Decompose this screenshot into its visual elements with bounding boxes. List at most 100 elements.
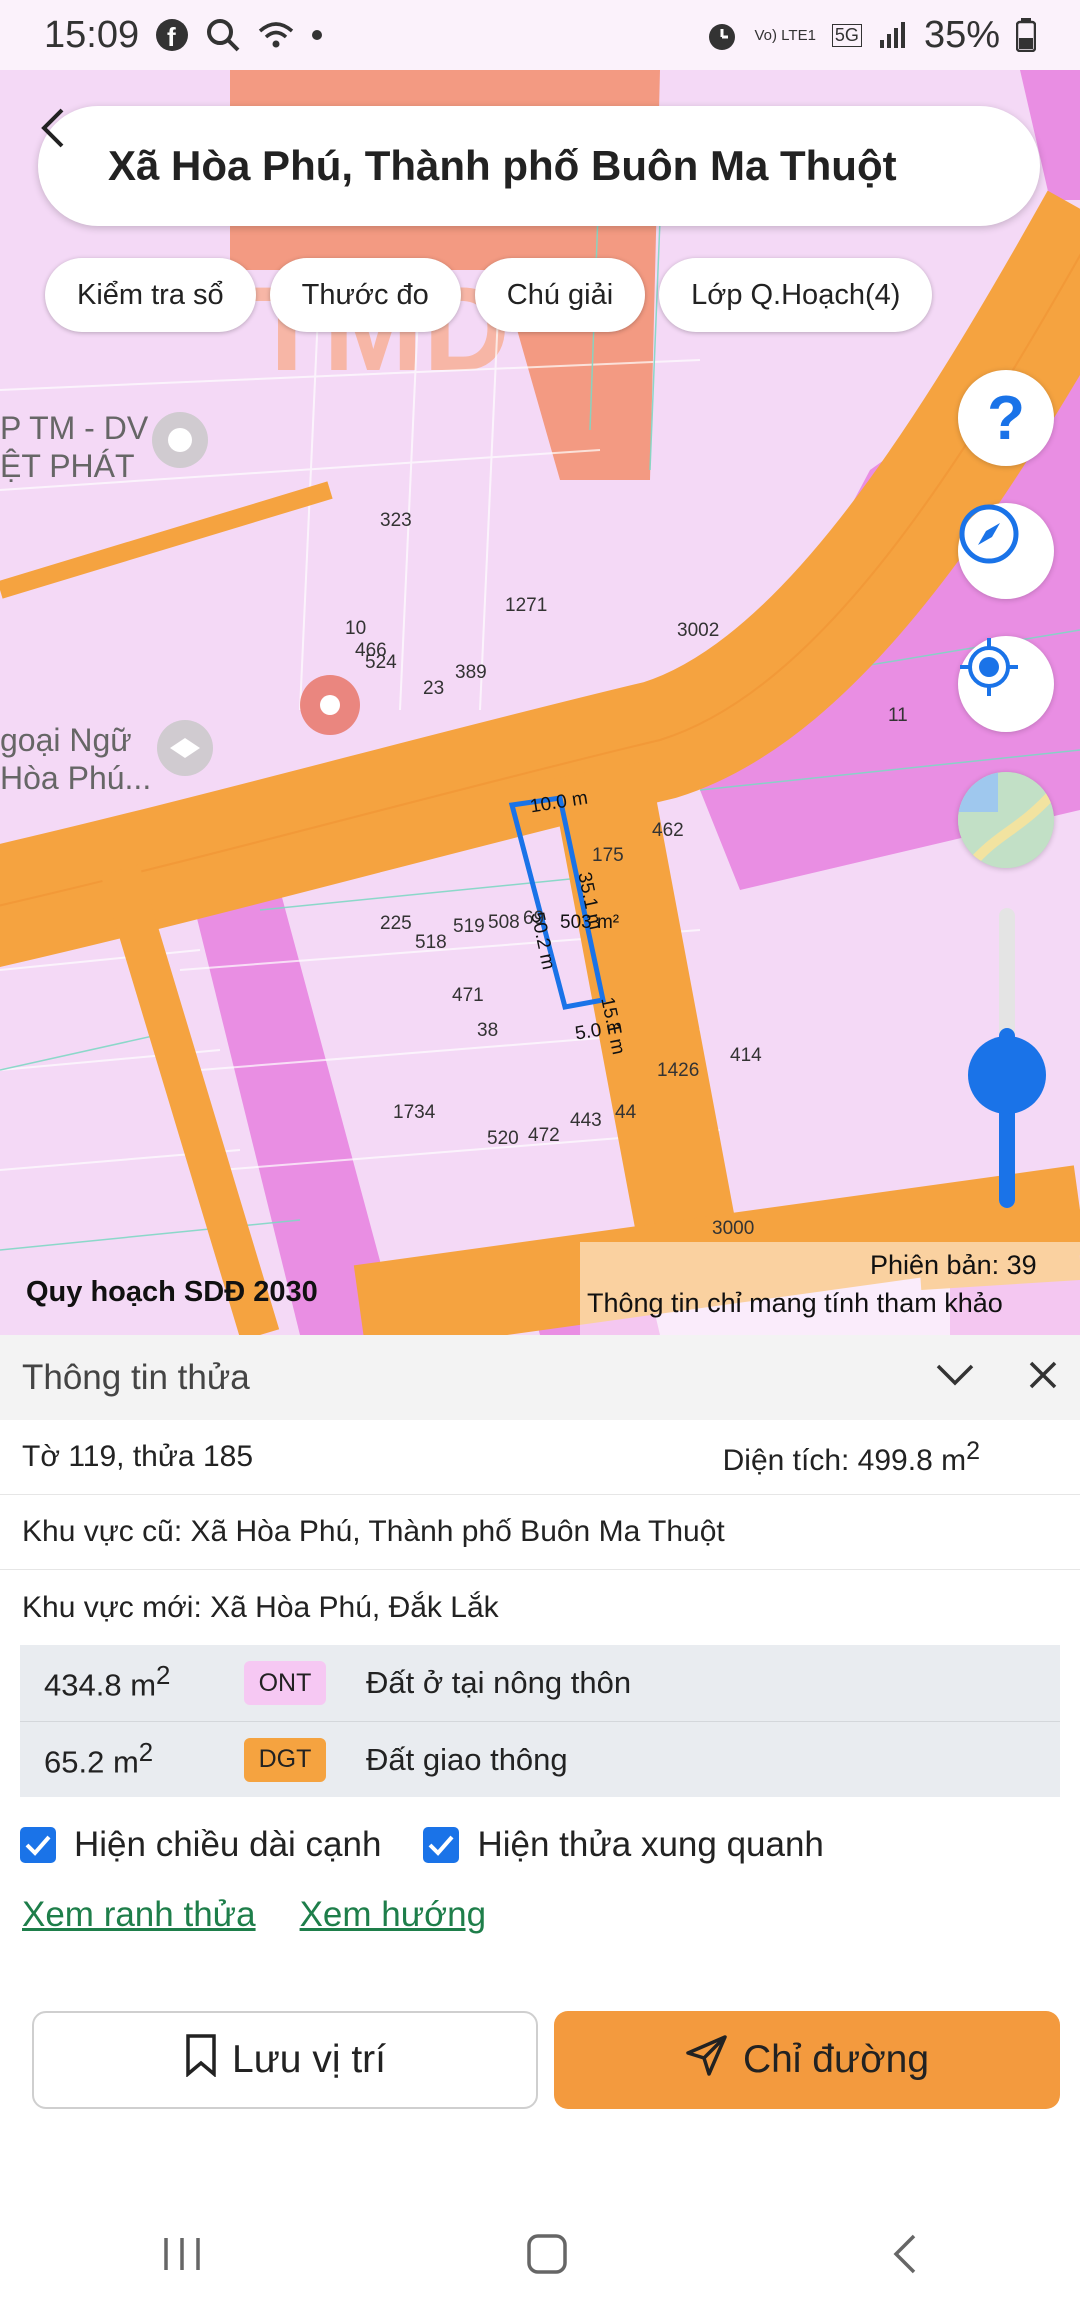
parcel-number: 518	[415, 932, 447, 953]
alarm-icon	[705, 18, 739, 52]
poi-label: P TM - DV	[0, 410, 149, 446]
dot-icon	[311, 29, 323, 41]
land-use-name: Đất ở tại nông thôn	[366, 1665, 632, 1700]
search-icon	[205, 17, 241, 53]
status-bar: 15:09 f Vo) LTE1 5G 35%	[0, 0, 1080, 70]
school-poi-icon	[157, 720, 213, 776]
parcel-number: 23	[423, 678, 445, 699]
signal-icon	[878, 20, 908, 50]
my-location-button[interactable]	[958, 636, 1054, 732]
land-use-row: 65.2 m2 DGT Đất giao thông	[20, 1721, 1060, 1797]
checkbox-checked-icon[interactable]	[20, 1827, 56, 1863]
map-version: Phiên bản: 39	[870, 1250, 1037, 1280]
bookmark-icon	[184, 2033, 218, 2087]
chip-measure[interactable]: Thước đo	[269, 258, 461, 332]
parcel-number: 11	[888, 705, 908, 726]
new-region: Khu vực mới: Xã Hòa Phú, Đắk Lắk	[22, 1590, 499, 1624]
parcel-number: 414	[730, 1045, 762, 1066]
display-options: Hiện chiều dài cạnh Hiện thửa xung quanh	[0, 1825, 1080, 1865]
map-layer-label: Quy hoạch SDĐ 2030	[26, 1276, 318, 1308]
parcel-number: 520	[487, 1128, 519, 1149]
parcel-number: 1734	[393, 1102, 436, 1123]
parcel-number: 471	[452, 985, 484, 1006]
home-icon[interactable]	[525, 2232, 569, 2281]
land-use-table: 434.8 m2 ONT Đất ở tại nông thôn 65.2 m2…	[20, 1645, 1060, 1797]
show-neighbors-checkbox[interactable]: Hiện thửa xung quanh	[423, 1825, 824, 1865]
battery-icon	[1016, 18, 1036, 52]
land-use-code-badge: ONT	[244, 1661, 326, 1705]
network-type: 5G	[831, 23, 862, 47]
parcel-id-row: Tờ 119, thửa 185 Diện tích: 499.8 m2	[0, 1420, 1080, 1495]
land-use-row: 434.8 m2 ONT Đất ở tại nông thôn	[20, 1645, 1060, 1721]
parcel-area: Diện tích: 499.8 m2	[722, 1436, 980, 1477]
parcel-number: 389	[455, 662, 487, 683]
clock: 15:09	[44, 13, 140, 56]
zoom-slider-handle[interactable]	[968, 1036, 1046, 1114]
parcel-number: 225	[380, 913, 412, 934]
poi-label: goại Ngữ	[0, 722, 132, 758]
chevron-down-icon[interactable]	[936, 1363, 974, 1392]
send-arrow-icon	[685, 2033, 729, 2087]
facebook-icon: f	[155, 18, 189, 52]
parcel-number: 323	[380, 510, 412, 531]
parcel-number: 472	[528, 1125, 560, 1146]
land-use-area: 65.2 m2	[44, 1738, 154, 1780]
view-boundary-link[interactable]: Xem ranh thửa	[22, 1895, 256, 1935]
old-region-row: Khu vực cũ: Xã Hòa Phú, Thành phố Buôn M…	[0, 1495, 1080, 1570]
filter-chips: Kiểm tra sổ Thước đo Chú giải Lớp Q.Hoạc…	[45, 258, 933, 332]
checkbox-label: Hiện chiều dài cạnh	[74, 1825, 382, 1864]
directions-label: Chỉ đường	[742, 2038, 930, 2081]
new-region-row: Khu vực mới: Xã Hòa Phú, Đắk Lắk	[0, 1570, 1080, 1645]
back-icon[interactable]	[890, 2232, 920, 2281]
parcel-number: 44	[615, 1102, 637, 1123]
poi-label: Hòa Phú...	[0, 760, 152, 796]
old-region: Khu vực cũ: Xã Hòa Phú, Thành phố Buôn M…	[22, 1515, 725, 1548]
view-direction-link[interactable]: Xem hướng	[300, 1895, 486, 1935]
map-view[interactable]: TMD	[0, 70, 1080, 1335]
parcel-number: 508	[488, 912, 520, 933]
checkbox-label: Hiện thửa xung quanh	[477, 1825, 824, 1864]
help-button[interactable]: ?	[958, 370, 1054, 466]
parcel-number: 10	[345, 618, 367, 639]
parcel-number: 3000	[712, 1218, 755, 1239]
land-use-area: 434.8 m2	[44, 1662, 171, 1703]
parcel-number: 462	[652, 820, 684, 841]
save-location-label: Lưu vị trí	[232, 2038, 386, 2081]
compass-button[interactable]	[958, 503, 1054, 599]
area-label: 503 m²	[560, 912, 620, 933]
chip-planning-layers[interactable]: Lớp Q.Hoạch(4)	[659, 258, 933, 332]
parcel-number: 175	[592, 845, 624, 866]
search-bar[interactable]: Xã Hòa Phú, Thành phố Buôn Ma Thuột	[38, 106, 1040, 226]
battery-text: 35%	[923, 13, 1000, 56]
poi-marker-icon	[152, 412, 208, 468]
panel-header: Thông tin thửa	[0, 1335, 1080, 1420]
poi-label: ỆT PHÁT	[0, 448, 135, 484]
location-title[interactable]: Xã Hòa Phú, Thành phố Buôn Ma Thuột	[108, 142, 897, 190]
parcel-info-panel: Thông tin thửa Tờ 119, thửa 185 Diện tíc…	[0, 1335, 1080, 2316]
show-edge-length-checkbox[interactable]: Hiện chiều dài cạnh	[20, 1825, 381, 1865]
close-icon[interactable]	[1028, 1360, 1058, 1395]
map-disclaimer: Thông tin chỉ mang tính tham khảo	[587, 1288, 1003, 1318]
wifi-icon	[257, 19, 295, 51]
system-nav-bar	[0, 2196, 1080, 2316]
parcel-number: 1426	[657, 1060, 700, 1081]
panel-title: Thông tin thửa	[22, 1357, 250, 1397]
sheet-parcel: Tờ 119, thửa 185	[22, 1440, 254, 1473]
parcel-number: 519	[453, 916, 485, 937]
map-type-button[interactable]	[958, 772, 1054, 868]
parcel-number: 524	[365, 652, 397, 673]
parcel-number: 1271	[505, 595, 548, 616]
checkbox-checked-icon[interactable]	[423, 1827, 460, 1863]
chip-legend[interactable]: Chú giải	[474, 258, 646, 332]
parcel-number: 38	[477, 1020, 499, 1041]
network-label: Vo) LTE1	[754, 26, 816, 44]
directions-button[interactable]: Chỉ đường	[554, 2011, 1060, 2109]
save-location-button[interactable]: Lưu vị trí	[32, 2011, 538, 2109]
svg-text:f: f	[167, 22, 176, 52]
chip-check-book[interactable]: Kiểm tra sổ	[45, 258, 256, 332]
action-buttons: Lưu vị trí Chỉ đường	[0, 2011, 1080, 2109]
parcel-number: 443	[570, 1110, 602, 1131]
recent-apps-icon[interactable]	[160, 2234, 204, 2279]
question-icon: ?	[987, 383, 1025, 453]
panel-links: Xem ranh thửa Xem hướng	[0, 1895, 1080, 1935]
